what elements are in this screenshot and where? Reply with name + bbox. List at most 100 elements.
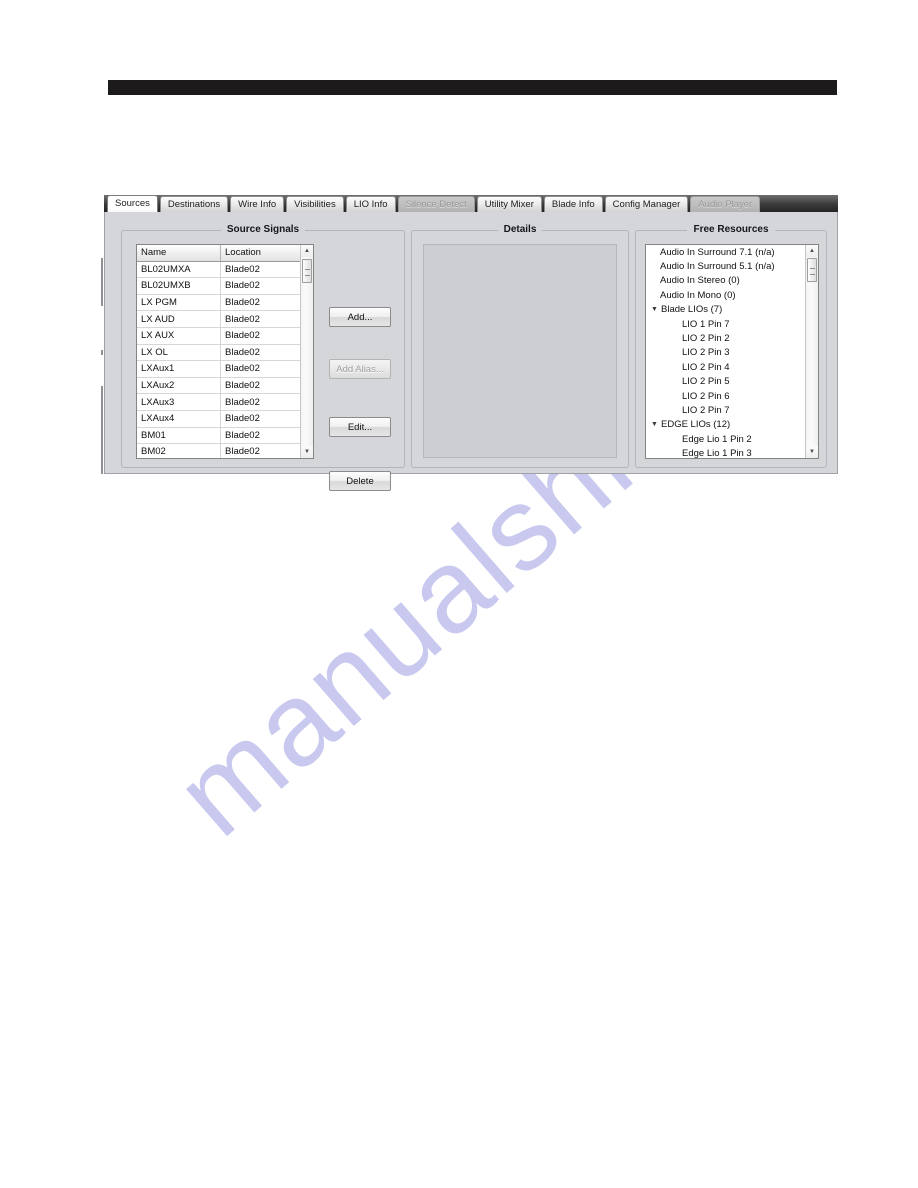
cell-name: LXAux1 [137,361,221,377]
tree-group-blade-lios[interactable]: ▼ Blade LIOs (7) [646,303,818,317]
free-resources-tree[interactable]: Audio In Surround 7.1 (n/a) Audio In Sur… [645,244,819,459]
tab-silence-detect: Silence Detect [397,196,475,212]
add-alias-button: Add Alias... [329,359,391,379]
scrollbar-thumb[interactable] [302,259,312,283]
table-row[interactable]: LXAux2 Blade02 [137,377,313,395]
cell-name: LX OL [137,344,221,361]
table-row[interactable]: LXAux1 Blade02 [137,361,313,378]
table-row[interactable]: BM02 Blade02 [137,444,313,458]
watermark-overlay: manualshive. [0,0,918,1188]
cell-name: LXAux4 [137,410,221,427]
details-content-pane[interactable] [423,244,617,458]
add-button[interactable]: Add... [329,307,391,327]
add-alias-button-label: Add Alias... [336,363,384,375]
tab-lio-info[interactable]: LIO Info [345,196,396,212]
tree-item[interactable]: LIO 2 Pin 5 [646,375,818,389]
scan-edge-artifact [101,386,103,474]
tab-config-manager[interactable]: Config Manager [604,196,689,212]
source-signals-group: Source Signals Name Location BL02UMXA Bl… [121,224,405,491]
cell-name: LX AUX [137,327,221,344]
scan-edge-artifact [101,258,103,306]
tab-blade-info[interactable]: Blade Info [543,196,603,212]
edit-button[interactable]: Edit... [329,417,391,437]
tree-item-label: Edge Lio 1 Pin 3 [682,448,752,459]
expanded-triangle-icon[interactable]: ▼ [649,306,660,313]
add-button-label: Add... [347,311,373,323]
delete-button-label: Delete [346,475,374,487]
table-row[interactable]: LX AUD Blade02 [137,311,313,328]
scroll-down-arrow-icon[interactable]: ▼ [301,446,313,458]
tab-sources[interactable]: Sources [107,195,158,212]
tree-item[interactable]: LIO 2 Pin 2 [646,331,818,345]
tree-item-label: LIO 2 Pin 7 [682,404,730,416]
page-canvas: manualshive. Sources Destinations Wire I… [0,0,918,1188]
free-resources-group: Free Resources Audio In Surround 7.1 (n/… [635,224,827,468]
tree-item-label: Blade LIOs (7) [661,304,723,316]
source-signals-table[interactable]: Name Location BL02UMXA Blade02 BL02UMXB … [136,244,314,459]
page-header-bar [108,80,837,95]
tab-silence-detect-label: Silence Detect [405,198,467,210]
source-signals-scrollbar[interactable]: ▲ ▼ [300,245,313,458]
table-row[interactable]: LXAux3 Blade02 [137,394,313,411]
cell-name: BM01 [137,427,221,444]
cell-name: LX AUD [137,311,221,327]
tree-group-edge-lios[interactable]: ▼ EDGE LIOs (12) [646,418,818,432]
tab-utility-mixer[interactable]: Utility Mixer [476,196,542,212]
tree-item[interactable]: LIO 2 Pin 3 [646,346,818,360]
scrollbar-thumb[interactable] [807,258,817,282]
tree-item[interactable]: LIO 2 Pin 7 [646,403,818,417]
tree-item[interactable]: Audio In Surround 7.1 (n/a) [646,245,818,259]
table-row[interactable]: LX AUX Blade02 [137,327,313,345]
tab-visibilities[interactable]: Visibilities [286,196,344,212]
scroll-down-arrow-icon[interactable]: ▼ [806,446,818,458]
tree-item-label: Audio In Mono (0) [660,289,736,301]
table-row[interactable]: BL02UMXA Blade02 [137,261,313,279]
cell-name: LXAux3 [137,394,221,410]
tree-item[interactable]: Edge Lio 1 Pin 2 [646,432,818,446]
free-resources-scrollbar[interactable]: ▲ ▼ [805,245,818,458]
tree-item[interactable]: Audio In Stereo (0) [646,274,818,288]
tree-item-label: LIO 2 Pin 3 [682,347,730,359]
tab-config-manager-label: Config Manager [612,198,681,210]
table-row[interactable]: BM01 Blade02 [137,427,313,445]
cell-name: LXAux2 [137,377,221,394]
table-row[interactable]: LX OL Blade02 [137,344,313,362]
tree-item[interactable]: Audio In Surround 5.1 (n/a) [646,259,818,273]
tree-item-label: Edge Lio 1 Pin 2 [682,433,752,445]
tab-lio-info-label: LIO Info [353,198,388,210]
source-signals-group-title: Source Signals [122,224,404,236]
tree-item[interactable]: LIO 2 Pin 4 [646,360,818,374]
tab-visibilities-label: Visibilities [294,198,336,210]
tab-audio-player-label: Audio Player [698,198,753,210]
tab-wire-info-label: Wire Info [238,198,277,210]
tree-item[interactable]: LIO 1 Pin 7 [646,317,818,331]
sources-tab-page: Source Signals Name Location BL02UMXA Bl… [104,212,838,491]
edit-button-label: Edit... [347,421,373,433]
tab-utility-mixer-label: Utility Mixer [484,198,534,210]
scroll-up-arrow-icon[interactable]: ▲ [806,245,818,257]
tab-destinations[interactable]: Destinations [159,196,229,212]
tree-item-label: LIO 2 Pin 5 [682,376,730,388]
cell-name: BL02UMXB [137,278,221,294]
tab-bar: Sources Destinations Wire Info Visibilit… [104,195,838,212]
expanded-triangle-icon[interactable]: ▼ [649,421,660,428]
tree-item-label: LIO 1 Pin 7 [682,318,730,330]
scroll-up-arrow-icon[interactable]: ▲ [301,245,313,257]
tab-destinations-label: Destinations [167,198,221,210]
table-row[interactable]: LX PGM Blade02 [137,294,313,312]
tree-item[interactable]: Audio In Mono (0) [646,288,818,302]
tree-item-label: EDGE LIOs (12) [661,419,731,431]
details-group-title: Details [412,224,628,236]
tab-wire-info[interactable]: Wire Info [230,196,285,212]
table-row[interactable]: BL02UMXB Blade02 [137,278,313,295]
table-row[interactable]: LXAux4 Blade02 [137,410,313,428]
tab-sources-label: Sources [115,198,150,210]
tree-item[interactable]: Edge Lio 1 Pin 3 [646,446,818,459]
tab-audio-player: Audio Player [690,196,761,212]
delete-button[interactable]: Delete [329,471,391,491]
tree-item-label: Audio In Surround 5.1 (n/a) [660,261,775,273]
column-header-name[interactable]: Name [137,245,221,261]
tab-blade-info-label: Blade Info [551,198,595,210]
cell-name: BL02UMXA [137,261,221,278]
tree-item[interactable]: LIO 2 Pin 6 [646,389,818,403]
